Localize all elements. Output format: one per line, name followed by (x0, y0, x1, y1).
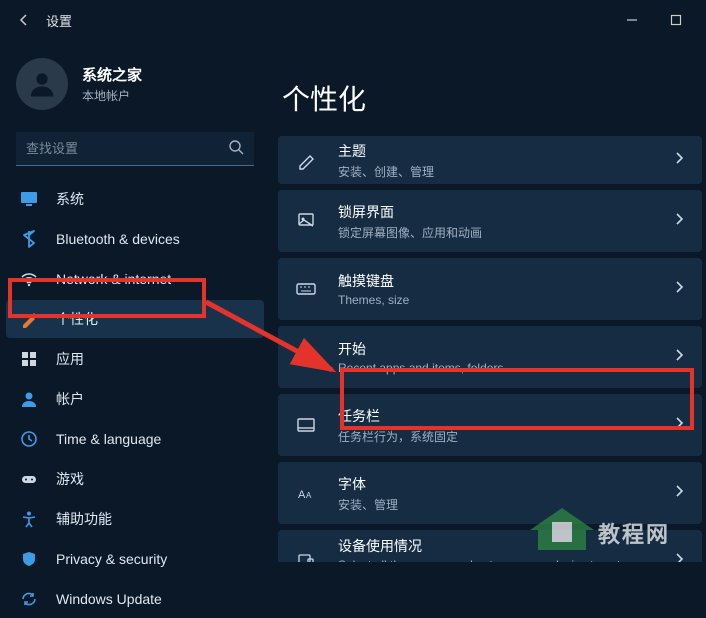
search-container (16, 132, 254, 166)
sidebar-item-label: Privacy & security (56, 551, 167, 567)
item-sub: 安装、创建、管理 (338, 163, 674, 180)
taskbar-icon (294, 413, 318, 437)
sidebar-item-system[interactable]: 系统 (6, 180, 264, 218)
item-title: 主题 (338, 141, 674, 161)
sidebar: 系统之家 本地帐户 系统 Bluetooth & devices Network &… (0, 40, 270, 562)
sidebar-item-label: Network & internet (56, 271, 171, 287)
accounts-icon (20, 390, 38, 408)
page-title: 个性化 (282, 78, 702, 118)
chevron-right-icon (674, 484, 684, 503)
sidebar-item-time[interactable]: Time & language (6, 420, 264, 458)
search-icon (228, 139, 244, 160)
settings-list: 主题安装、创建、管理锁屏界面锁定屏幕图像、应用和动画触摸键盘 Themes, si… (278, 136, 702, 562)
sidebar-item-label: 辅助功能 (56, 509, 112, 529)
item-sub: Select all the ways you plan to use your… (338, 558, 674, 562)
sidebar-item-network[interactable]: Network & internet (6, 260, 264, 298)
avatar (16, 58, 68, 110)
chevron-right-icon (674, 212, 684, 231)
item-sub: 安装、管理 (338, 496, 674, 513)
themes-icon (294, 148, 318, 172)
search-input[interactable] (16, 132, 254, 166)
sidebar-item-label: Time & language (56, 431, 161, 447)
item-sub: 任务栏行为，系统固定 (338, 428, 674, 445)
minimize-button[interactable] (610, 4, 654, 36)
settings-item-usage[interactable]: 设备使用情况 Select all the ways you plan to us… (278, 530, 702, 562)
settings-item-start[interactable]: 开始 Recent apps and items, folders (278, 326, 702, 388)
personalize-icon (20, 310, 38, 328)
sidebar-item-update[interactable]: Windows Update (6, 580, 264, 618)
gaming-icon (20, 470, 38, 488)
sidebar-item-label: Windows Update (56, 591, 162, 607)
sidebar-item-label: 帐户 (56, 389, 84, 409)
svg-text:A: A (306, 491, 312, 500)
bluetooth-icon (20, 230, 38, 248)
profile[interactable]: 系统之家 本地帐户 (6, 40, 264, 132)
main: 个性化 主题安装、创建、管理锁屏界面锁定屏幕图像、应用和动画触摸键盘 Themes… (270, 40, 706, 562)
item-sub: 锁定屏幕图像、应用和动画 (338, 224, 674, 241)
settings-item-keyboard[interactable]: 触摸键盘 Themes, size (278, 258, 702, 320)
chevron-right-icon (674, 280, 684, 299)
sidebar-item-personalize[interactable]: 个性化 (6, 300, 264, 338)
time-icon (20, 430, 38, 448)
sidebar-item-label: 游戏 (56, 469, 84, 489)
titlebar: 设置 (0, 0, 706, 40)
item-title: 任务栏 (338, 406, 674, 426)
item-title: 设备使用情况 (338, 536, 674, 556)
chevron-right-icon (674, 348, 684, 367)
sidebar-item-accessibility[interactable]: 辅助功能 (6, 500, 264, 538)
sidebar-item-accounts[interactable]: 帐户 (6, 380, 264, 418)
sidebar-item-label: 个性化 (56, 309, 98, 329)
sidebar-item-apps[interactable]: 应用 (6, 340, 264, 378)
system-icon (20, 190, 38, 208)
settings-item-themes[interactable]: 主题安装、创建、管理 (278, 136, 702, 184)
item-title: 字体 (338, 474, 674, 494)
item-sub: Themes, size (338, 293, 674, 307)
item-sub: Recent apps and items, folders (338, 361, 674, 375)
back-button[interactable] (8, 4, 40, 36)
sidebar-item-label: Bluetooth & devices (56, 231, 180, 247)
lockscreen-icon (294, 209, 318, 233)
sidebar-item-label: 应用 (56, 349, 84, 369)
chevron-right-icon (674, 151, 684, 170)
settings-item-fonts[interactable]: AA 字体安装、管理 (278, 462, 702, 524)
sidebar-item-label: 系统 (56, 189, 84, 209)
maximize-button[interactable] (654, 4, 698, 36)
apps-icon (20, 350, 38, 368)
privacy-icon (20, 550, 38, 568)
item-title: 开始 (338, 339, 674, 359)
item-title: 触摸键盘 (338, 271, 674, 291)
svg-text:A: A (298, 489, 306, 501)
start-icon (294, 345, 318, 369)
chevron-right-icon (674, 552, 684, 563)
chevron-right-icon (674, 416, 684, 435)
item-title: 锁屏界面 (338, 202, 674, 222)
settings-item-lockscreen[interactable]: 锁屏界面锁定屏幕图像、应用和动画 (278, 190, 702, 252)
nav-list: 系统 Bluetooth & devices Network & internet 个… (6, 180, 264, 618)
usage-icon (294, 549, 318, 562)
sidebar-item-privacy[interactable]: Privacy & security (6, 540, 264, 578)
keyboard-icon (294, 277, 318, 301)
network-icon (20, 270, 38, 288)
app-title: 设置 (46, 11, 72, 30)
sidebar-item-gaming[interactable]: 游戏 (6, 460, 264, 498)
settings-item-taskbar[interactable]: 任务栏任务栏行为，系统固定 (278, 394, 702, 456)
profile-name: 系统之家 (82, 64, 142, 85)
update-icon (20, 590, 38, 608)
fonts-icon: AA (294, 481, 318, 505)
accessibility-icon (20, 510, 38, 528)
profile-sub: 本地帐户 (82, 87, 142, 104)
sidebar-item-bluetooth[interactable]: Bluetooth & devices (6, 220, 264, 258)
